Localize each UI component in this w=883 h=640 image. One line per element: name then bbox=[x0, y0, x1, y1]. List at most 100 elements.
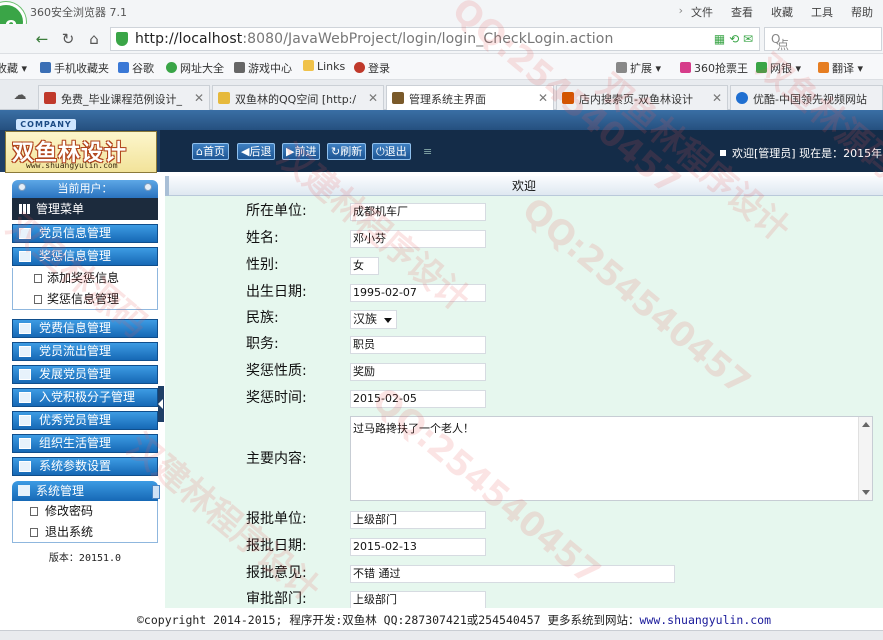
bookmark-login[interactable]: 登录 bbox=[354, 60, 390, 76]
phone-icon bbox=[40, 62, 51, 73]
time-label: 奖惩时间: bbox=[246, 390, 307, 406]
tab-favicon bbox=[218, 92, 230, 104]
approve-date-label: 报批日期: bbox=[246, 538, 307, 554]
duty-label: 职务: bbox=[246, 336, 279, 352]
grid-icon bbox=[19, 204, 30, 214]
logout-button[interactable]: ⏻退出 bbox=[372, 143, 411, 160]
app-title: 360安全浏览器 7.1 bbox=[30, 6, 127, 19]
sidebar-item-excellent[interactable]: 优秀党员管理 bbox=[12, 411, 158, 430]
bookmark-translate[interactable]: 翻译 ▾ bbox=[818, 60, 863, 76]
company-tag: COMPANY bbox=[16, 119, 76, 130]
approve-date-field[interactable]: 2015-02-13 bbox=[350, 538, 486, 556]
main-title-bar: 欢迎 bbox=[165, 176, 883, 196]
sidebar-sub-add-reward[interactable]: 添加奖惩信息 bbox=[12, 268, 158, 289]
home-icon[interactable]: ⌂ bbox=[84, 29, 104, 49]
bookmark-extensions[interactable]: 扩展 ▾ bbox=[616, 60, 661, 76]
tab-shop-search[interactable]: 店内搜索页-双鱼林设计 ✕ bbox=[556, 85, 728, 110]
approve-unit-label: 报批单位: bbox=[246, 511, 307, 527]
unit-field[interactable]: 成都机车厂 bbox=[350, 203, 486, 221]
nation-select[interactable]: 汉族 bbox=[350, 310, 397, 329]
close-icon[interactable]: ✕ bbox=[712, 91, 722, 105]
sidebar-item-activists[interactable]: 入党积极分子管理 bbox=[12, 388, 158, 407]
name-field[interactable]: 邓小芬 bbox=[350, 230, 486, 248]
power-icon: ⏻ bbox=[376, 145, 385, 158]
menu-view[interactable]: 查看 bbox=[731, 4, 753, 20]
translate-icon bbox=[818, 62, 829, 73]
search-input[interactable]: Q点此搜索 bbox=[764, 27, 882, 103]
menu-favorites[interactable]: 收藏 bbox=[771, 4, 793, 20]
menu-icon bbox=[18, 485, 30, 496]
bookmarks-bar: 收藏 ▾ 手机收藏夹 谷歌 网址大全 游戏中心 Links 登录 扩展 ▾ 36… bbox=[0, 54, 883, 80]
sidebar-sub-logout[interactable]: 退出系统 bbox=[12, 522, 158, 543]
nature-field[interactable]: 奖励 bbox=[350, 363, 486, 381]
forward-button[interactable]: ▶前进 bbox=[282, 143, 321, 160]
browser-titlebar: e 360安全浏览器 7.1 › 文件 查看 收藏 工具 帮助 bbox=[0, 0, 883, 42]
opinion-label: 报批意见: bbox=[246, 565, 307, 581]
pin-icon bbox=[144, 183, 152, 191]
cloud-icon[interactable]: ☁ bbox=[10, 86, 30, 106]
menu-icon bbox=[19, 392, 31, 403]
close-icon[interactable]: ✕ bbox=[368, 91, 378, 105]
sidebar-sub-reward-manage[interactable]: 奖惩信息管理 bbox=[12, 289, 158, 310]
refresh-button[interactable]: ↻刷新 bbox=[327, 143, 367, 160]
content-textarea[interactable]: 过马路搀扶了一个老人！ bbox=[350, 416, 873, 501]
url-input[interactable]: http://localhost:8080/JavaWebProject/log… bbox=[110, 27, 760, 51]
duty-field[interactable]: 职员 bbox=[350, 336, 486, 354]
logo-site: www.shuangyulin.com bbox=[26, 161, 118, 170]
tab-favicon bbox=[562, 92, 574, 104]
reload-icon[interactable]: ↻ bbox=[58, 29, 78, 49]
bookmark-games[interactable]: 游戏中心 bbox=[234, 60, 292, 76]
bookmark-google[interactable]: 谷歌 bbox=[118, 60, 154, 76]
page-tools-icon[interactable]: ▦ ⟲ ✉ bbox=[714, 32, 753, 46]
nature-label: 奖惩性质: bbox=[246, 363, 307, 379]
dept-label: 审批部门: bbox=[246, 591, 307, 607]
footer-site-link[interactable]: www.shuangyulin.com bbox=[639, 613, 771, 627]
bookmark-bank[interactable]: 网银 ▾ bbox=[756, 60, 801, 76]
textarea-scrollbar[interactable] bbox=[858, 417, 872, 500]
tab-qq-space[interactable]: 双鱼林的QQ空间 [http:/✕ bbox=[212, 85, 384, 110]
bookmark-tickets[interactable]: 360抢票王 bbox=[680, 60, 748, 76]
sidebar-item-org-life[interactable]: 组织生活管理 bbox=[12, 434, 158, 453]
bookmark-mobile[interactable]: 手机收藏夹 bbox=[40, 60, 109, 76]
birth-date-field[interactable]: 1995-02-07 bbox=[350, 284, 486, 302]
tab-free-courses[interactable]: 免费_毕业课程范例设计_ ✕ bbox=[38, 85, 210, 110]
sidebar-collapse-handle[interactable] bbox=[158, 386, 164, 422]
menu-lines-icon[interactable]: ≡ bbox=[423, 145, 432, 158]
bank-icon bbox=[756, 62, 767, 73]
close-icon[interactable]: ✕ bbox=[538, 91, 548, 105]
tab-youku[interactable]: 优酷-中国领先视频网站 bbox=[730, 85, 883, 110]
sidebar-item-outflow[interactable]: 党员流出管理 bbox=[12, 342, 158, 361]
menu-help[interactable]: 帮助 bbox=[851, 4, 873, 20]
menu-tools[interactable]: 工具 bbox=[811, 4, 833, 20]
site-logo: 双鱼林设计 www.shuangyulin.com bbox=[5, 131, 157, 173]
menu-file[interactable]: 文件 bbox=[691, 4, 713, 20]
tab-admin-main[interactable]: 管理系统主界面 ✕ bbox=[386, 85, 554, 111]
opinion-field[interactable]: 不错 通过 bbox=[350, 565, 675, 583]
home-button[interactable]: ⌂首页 bbox=[192, 143, 229, 160]
system-management-header[interactable]: 系统管理 bbox=[12, 481, 160, 501]
sidebar-sub-change-password[interactable]: 修改密码 bbox=[12, 501, 158, 522]
sidebar-item-sys-params[interactable]: 系统参数设置 bbox=[12, 457, 158, 476]
sidebar-item-develop[interactable]: 发展党员管理 bbox=[12, 365, 158, 384]
main-content: 欢迎 所在单位: 成都机车厂 姓名: 邓小芬 性别: 女 出生日期: 1995-… bbox=[165, 176, 883, 608]
reward-date-field[interactable]: 2015-02-05 bbox=[350, 390, 486, 408]
sidebar-item-reward-punish[interactable]: 奖惩信息管理 bbox=[12, 247, 158, 266]
back-arrow-icon[interactable]: ← bbox=[32, 29, 52, 49]
bookmark-favorites[interactable]: 收藏 ▾ bbox=[0, 60, 27, 76]
gender-field[interactable]: 女 bbox=[350, 257, 379, 275]
home-icon: ⌂ bbox=[196, 145, 203, 158]
bookmark-sites[interactable]: 网址大全 bbox=[166, 60, 224, 76]
gamepad-icon bbox=[234, 62, 245, 73]
close-icon[interactable]: ✕ bbox=[194, 91, 204, 105]
approve-unit-field[interactable]: 上级部门 bbox=[350, 511, 486, 529]
dept-field[interactable]: 上级部门 bbox=[350, 591, 486, 608]
bookmark-links[interactable]: Links bbox=[303, 60, 345, 73]
page-title: 欢迎 bbox=[511, 179, 536, 193]
tab-favicon bbox=[392, 92, 404, 104]
menu-icon bbox=[19, 346, 31, 357]
sidebar-item-member-info[interactable]: 党员信息管理 bbox=[12, 224, 158, 243]
chevron-right-icon[interactable]: › bbox=[679, 4, 683, 20]
back-button[interactable]: ◀后退 bbox=[237, 143, 276, 160]
browser-menu-bar: › 文件 查看 收藏 工具 帮助 bbox=[679, 4, 873, 20]
sidebar-item-dues[interactable]: 党费信息管理 bbox=[12, 319, 158, 338]
